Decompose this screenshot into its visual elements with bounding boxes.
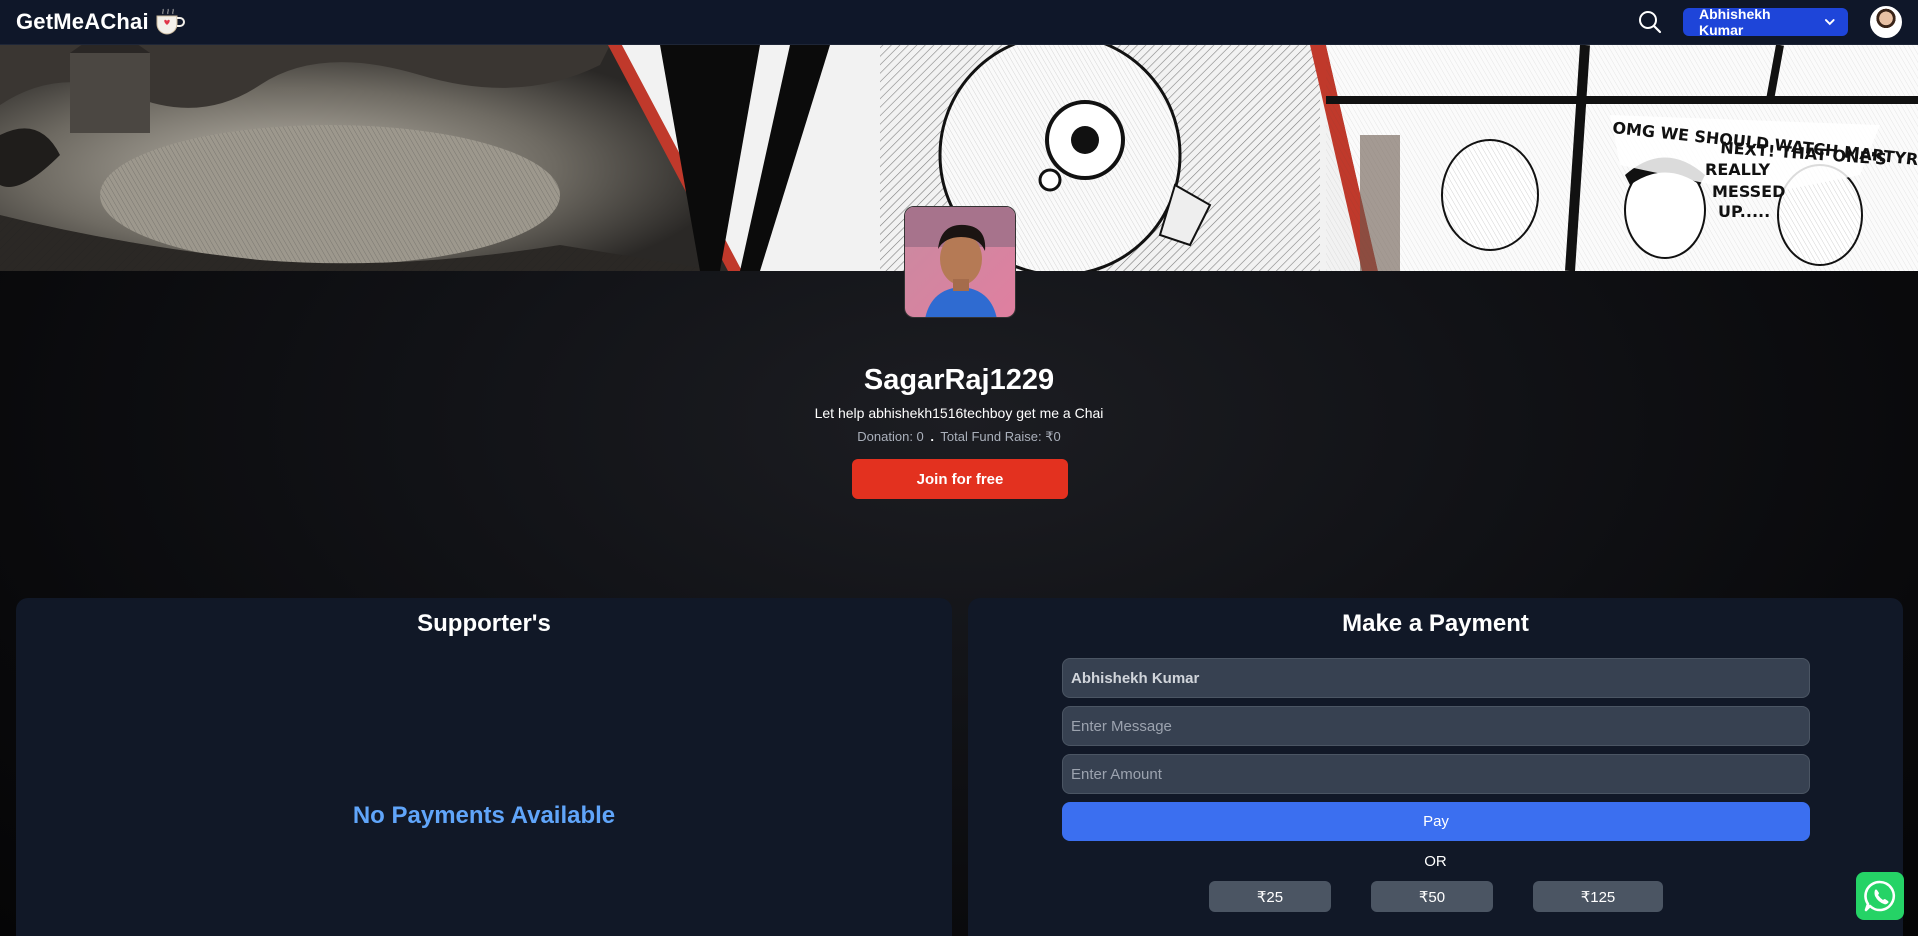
navbar: GetMeAChai Abhishekh Kumar: [0, 0, 1918, 45]
supporters-panel: Supporter's No Payments Available: [16, 598, 952, 936]
quick-amount-50-button[interactable]: ₹50: [1371, 881, 1493, 912]
chevron-down-icon: [1825, 19, 1836, 26]
quick-amount-25-button[interactable]: ₹25: [1209, 881, 1331, 912]
brand-logo[interactable]: GetMeAChai: [16, 8, 187, 36]
profile-tagline: Let help abhishekh1516techboy get me a C…: [814, 405, 1104, 421]
user-avatar[interactable]: [1870, 6, 1902, 38]
svg-text:UP.....: UP.....: [1718, 202, 1770, 221]
profile-stats: Donation: 0 . Total Fund Raise: ₹0: [0, 429, 1918, 445]
page: GetMeAChai Abhishekh Kumar OMG WE SHOULD…: [0, 0, 1918, 936]
message-input[interactable]: [1062, 706, 1810, 746]
quick-amount-125-button[interactable]: ₹125: [1533, 881, 1663, 912]
profile-picture: [904, 206, 1016, 318]
whatsapp-chat-button[interactable]: [1856, 872, 1904, 920]
nav-actions: Abhishekh Kumar: [1637, 6, 1902, 38]
user-menu-label: Abhishekh Kumar: [1699, 6, 1771, 38]
svg-text:REALLY: REALLY: [1705, 160, 1771, 179]
profile-username: SagarRaj1229: [863, 364, 1055, 396]
user-menu-button[interactable]: Abhishekh Kumar: [1683, 6, 1848, 38]
no-payments-message: No Payments Available: [352, 802, 616, 829]
svg-text:MESSED: MESSED: [1712, 182, 1785, 201]
search-icon[interactable]: [1637, 9, 1663, 35]
amount-input[interactable]: [1062, 754, 1810, 794]
payment-title: Make a Payment: [1342, 610, 1529, 637]
pay-button[interactable]: Pay: [1062, 802, 1810, 841]
donation-count: Donation: 0: [857, 429, 924, 444]
whatsapp-icon: [1864, 880, 1896, 912]
or-divider: OR: [1424, 853, 1447, 870]
supporters-title: Supporter's: [417, 610, 551, 637]
stats-separator: .: [930, 429, 935, 444]
join-for-free-button[interactable]: Join for free: [852, 459, 1068, 499]
payment-panel: Make a Payment Pay OR ₹25 ₹50 ₹125: [968, 598, 1903, 936]
brand-name[interactable]: GetMeAChai: [16, 9, 149, 35]
name-input[interactable]: [1062, 658, 1810, 698]
total-fund-raise: Total Fund Raise: ₹0: [940, 429, 1061, 444]
chai-cup-icon: [156, 8, 185, 35]
